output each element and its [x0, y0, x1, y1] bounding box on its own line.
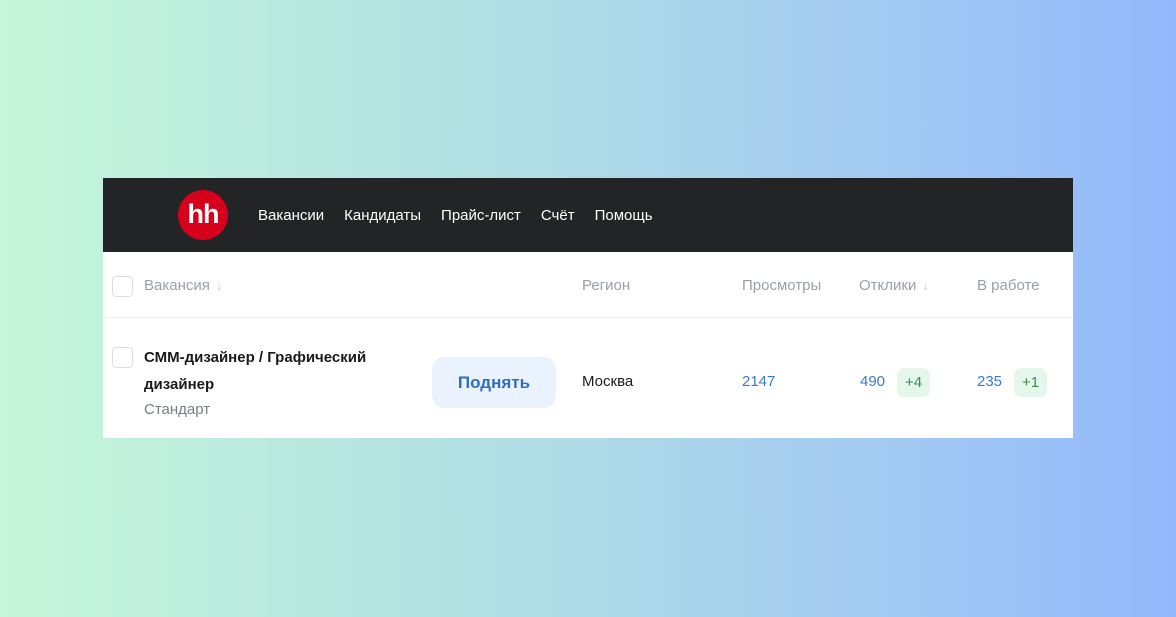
header-views: Просмотры: [742, 277, 822, 294]
responses-new-badge[interactable]: +4: [897, 368, 931, 397]
nav-vacancies[interactable]: Вакансии: [258, 207, 324, 224]
header-responses[interactable]: Отклики ↓: [859, 277, 929, 294]
in-work-value[interactable]: 235: [977, 373, 1002, 390]
top-nav: hh Вакансии Кандидаты Прайс-лист Счёт По…: [103, 178, 1073, 252]
header-vacancy[interactable]: Вакансия ↓: [144, 277, 222, 294]
nav-help[interactable]: Помощь: [595, 207, 653, 224]
nav-account[interactable]: Счёт: [541, 207, 575, 224]
sort-arrow-icon: ↓: [215, 278, 223, 293]
table-header: Вакансия ↓ Регион Просмотры Отклики ↓ В ра…: [103, 252, 1073, 318]
responses-value[interactable]: 490: [860, 373, 885, 390]
raise-button[interactable]: Поднять: [432, 357, 556, 408]
row-checkbox[interactable]: [112, 347, 133, 368]
vacancy-title[interactable]: СММ-дизайнер / Графический дизайнер: [144, 344, 404, 398]
nav-candidates[interactable]: Кандидаты: [344, 207, 421, 224]
hh-logo[interactable]: hh: [178, 190, 228, 240]
table-row: СММ-дизайнер / Графический дизайнер Стан…: [103, 318, 1073, 438]
views-value[interactable]: 2147: [742, 373, 775, 390]
vacancy-plan: Стандарт: [144, 401, 211, 418]
select-all-checkbox[interactable]: [112, 276, 133, 297]
vacancies-card: hh Вакансии Кандидаты Прайс-лист Счёт По…: [103, 178, 1073, 438]
sort-arrow-icon: ↓: [922, 278, 929, 293]
header-in-work: В работе: [977, 277, 1040, 294]
in-work-new-badge[interactable]: +1: [1014, 368, 1048, 397]
nav-price-list[interactable]: Прайс-лист: [441, 207, 521, 224]
header-region: Регион: [582, 277, 631, 294]
region-value: Москва: [582, 373, 634, 390]
